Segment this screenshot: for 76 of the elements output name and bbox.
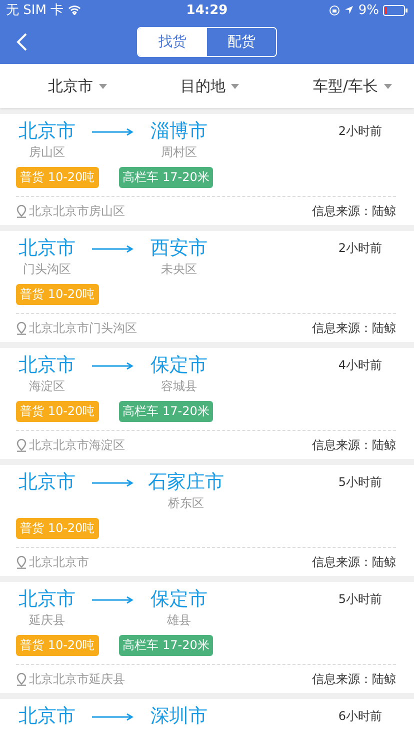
dropdown-caret-icon <box>99 84 107 88</box>
address-text: 北京北京市 <box>29 554 89 570</box>
origin-city: 北京市 <box>18 119 76 143</box>
filter-dropdown[interactable]: 北京市 <box>48 76 107 96</box>
origin-city: 北京市 <box>18 236 76 260</box>
location-arrow-icon <box>344 5 354 15</box>
wifi-icon <box>68 5 81 15</box>
origin-district: 海淀区 <box>29 378 65 395</box>
origin-city: 北京市 <box>18 587 76 611</box>
destination-district: 周村区 <box>161 144 197 161</box>
battery-icon <box>382 4 408 16</box>
clock-time: 14:29 <box>186 2 228 18</box>
location-pin-icon <box>16 672 27 686</box>
origin-district: 房山区 <box>29 144 65 161</box>
dropdown-caret-icon <box>384 84 392 88</box>
destination-city: 深圳市 <box>150 704 208 728</box>
listing-card[interactable]: 北京市 延庆县 保定市 雄县 5小时前 普货 10-20吨 高栏车 17-20米 北京北京市延庆县 信息来源：陆鲸 <box>0 582 414 693</box>
destination-city: 西安市 <box>150 236 208 260</box>
destination-city: 石家庄市 <box>148 470 224 494</box>
posted-time: 2小时前 <box>338 240 382 257</box>
listing-card[interactable]: 北京市 海淀区 保定市 容城县 4小时前 普货 10-20吨 高栏车 17-20米 北京北京市海淀区 信息来源：陆鲸 <box>0 348 414 459</box>
address-text: 北京北京市海淀区 <box>29 436 125 454</box>
destination-city: 保定市 <box>150 353 208 377</box>
origin-city: 北京市 <box>18 353 76 377</box>
route-arrow <box>92 713 134 721</box>
address-text: 北京北京市延庆县 <box>29 670 125 688</box>
dropdown-caret-icon <box>231 84 240 88</box>
destination-city: 保定市 <box>150 587 208 611</box>
destination-district: 桥东区 <box>168 495 204 512</box>
destination-district: 雄县 <box>167 612 191 629</box>
location-pin-icon <box>16 322 27 334</box>
info-source: 信息来源：陆鲸 <box>312 670 396 688</box>
listing-card[interactable]: 北京市 房山区 淄博市 周村区 2小时前 普货 10-20吨 高栏车 17-20米 北京北京市房山区 信息来源：陆鲸 <box>0 114 414 225</box>
route-arrow <box>92 596 134 604</box>
carrier-text: 无 SIM 卡 <box>6 2 64 19</box>
location-pin-icon <box>16 556 27 568</box>
origin-district: 门头沟区 <box>23 261 71 278</box>
destination-district: 容城县 <box>161 378 197 395</box>
posted-time: 5小时前 <box>338 474 382 491</box>
info-source: 信息来源：陆鲸 <box>312 554 396 570</box>
origin-district: 延庆县 <box>29 612 65 629</box>
cargo-tag: 普货 10-20吨 <box>16 284 99 305</box>
origin-city: 北京市 <box>18 470 76 494</box>
listing-card[interactable]: 北京市 石家庄市 桥东区 5小时前 普货 10-20吨 北京北京市 信息来源：陆鲸 <box>0 465 414 576</box>
destination-city: 淄博市 <box>150 119 208 143</box>
truck-tag: 高栏车 17-20米 <box>118 167 214 188</box>
origin-city: 北京市 <box>18 704 76 728</box>
truck-tag: 高栏车 17-20米 <box>118 635 214 656</box>
route-arrow <box>92 245 134 253</box>
location-pin-icon <box>16 438 27 452</box>
destination-district: 未央区 <box>161 261 197 278</box>
posted-time: 4小时前 <box>338 357 382 374</box>
address-text: 北京北京市门头沟区 <box>29 320 137 336</box>
cargo-tag: 普货 10-20吨 <box>16 518 99 539</box>
route-arrow <box>92 479 134 487</box>
info-source: 信息来源：陆鲸 <box>312 436 396 454</box>
address-text: 北京北京市房山区 <box>29 202 125 220</box>
listing-card[interactable]: 北京市 门头沟区 西安市 未央区 2小时前 普货 10-20吨 北京北京市门头沟区 信息来源：陆鲸 <box>0 231 414 342</box>
cargo-tag: 普货 10-20吨 <box>16 167 99 188</box>
location-pin-icon <box>16 204 27 218</box>
posted-time: 2小时前 <box>338 123 382 140</box>
segment-tab[interactable]: 找货 <box>138 28 207 56</box>
filter-dropdown[interactable]: 车型/车长 <box>312 76 392 96</box>
cargo-tag: 普货 10-20吨 <box>16 635 99 656</box>
battery-percent: 9% <box>358 2 379 18</box>
rotation-lock-icon <box>329 4 340 16</box>
posted-time: 5小时前 <box>338 591 382 608</box>
info-source: 信息来源：陆鲸 <box>312 320 396 336</box>
filter-dropdown[interactable]: 目的地 <box>180 76 240 96</box>
route-arrow <box>92 362 134 370</box>
route-arrow <box>92 128 134 136</box>
truck-tag: 高栏车 17-20米 <box>118 401 214 422</box>
listing-card[interactable]: 北京市 深圳市 6小时前 <box>0 699 414 736</box>
info-source: 信息来源：陆鲸 <box>312 202 396 220</box>
posted-time: 6小时前 <box>338 708 382 725</box>
cargo-tag: 普货 10-20吨 <box>16 401 99 422</box>
